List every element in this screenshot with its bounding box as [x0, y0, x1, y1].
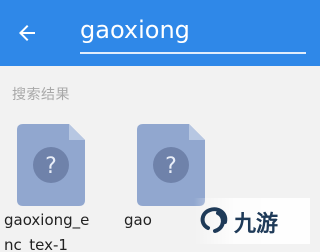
file-name: gaoxiong_e nc_tex-1: [4, 208, 114, 252]
search-underline: [80, 52, 306, 54]
watermark-text: 九游: [233, 211, 278, 237]
unknown-file-icon: ?: [137, 124, 205, 206]
file-name-line-2: nc_tex-1: [4, 236, 68, 252]
file-item[interactable]: ? gao: [124, 124, 224, 252]
file-item[interactable]: ? gaoxiong_e nc_tex-1: [4, 124, 104, 252]
back-button[interactable]: [10, 16, 44, 50]
svg-text:?: ?: [45, 154, 57, 179]
unknown-file-icon: ?: [17, 124, 85, 206]
file-name-line-1: gao: [124, 211, 152, 229]
file-name-line-1: gaoxiong_e: [4, 211, 90, 229]
search-results-screen: 搜索结果 ? gaoxiong_e nc_tex-1 ? gao: [0, 0, 320, 252]
search-box[interactable]: [72, 10, 308, 56]
top-app-bar: [0, 0, 320, 66]
section-label: 搜索结果: [12, 87, 70, 103]
search-input[interactable]: [72, 10, 300, 50]
file-name: gao: [124, 208, 176, 233]
arrow-left-icon: [19, 25, 35, 41]
svg-text:?: ?: [165, 154, 177, 179]
